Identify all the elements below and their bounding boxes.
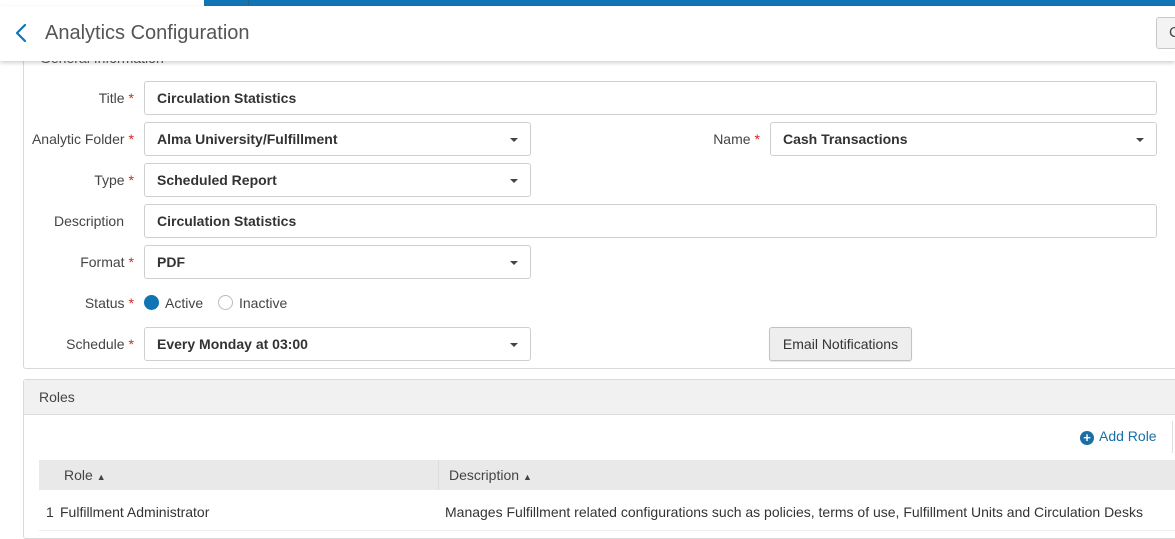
format-select[interactable]: PDF [144,245,531,279]
status-active-label[interactable]: Active [165,295,203,311]
schedule-label: Schedule * [66,336,134,352]
analytic-folder-select[interactable]: Alma University/Fulfillment [144,122,531,156]
row-index: 1 [46,504,54,520]
roles-title: Roles [39,389,75,405]
header-action-button[interactable]: C [1156,17,1175,49]
role-cell: Fulfillment Administrator [60,504,210,520]
chevron-down-icon [1136,138,1144,142]
description-field[interactable]: Circulation Statistics [144,204,1157,238]
type-label: Type * [94,172,134,188]
column-header-role[interactable]: Role ▲ [64,467,106,483]
chevron-down-icon [510,261,518,265]
title-label: Title * [98,90,134,106]
chevron-left-icon[interactable] [10,20,32,46]
add-role-button[interactable]: + Add Role [1080,428,1157,446]
page-header: Analytics Configuration C [0,6,1175,61]
toolbar-separator [1172,421,1173,453]
title-field[interactable]: Circulation Statistics [144,81,1157,115]
chevron-down-icon [510,138,518,142]
status-inactive-label[interactable]: Inactive [239,295,287,311]
status-label: Status * [84,295,134,311]
name-label: Name * [713,131,760,147]
schedule-select[interactable]: Every Monday at 03:00 [144,327,531,361]
name-select[interactable]: Cash Transactions [770,122,1157,156]
roles-table-header [39,460,1175,490]
analytic-folder-label: Analytic Folder * [31,131,134,147]
type-select[interactable]: Scheduled Report [144,163,531,197]
plus-circle-icon: + [1080,431,1094,445]
column-header-description[interactable]: Description ▲ [449,467,532,483]
email-notifications-button[interactable]: Email Notifications [769,327,912,361]
page-title: Analytics Configuration [45,22,250,44]
status-inactive-radio[interactable] [218,295,233,310]
status-active-radio[interactable] [144,295,159,310]
sort-ascending-icon: ▲ [523,472,532,482]
role-description-cell: Manages Fulfillment related configuratio… [445,504,1143,520]
chevron-down-icon [510,179,518,183]
sort-ascending-icon: ▲ [96,472,106,482]
format-label: Format * [80,254,134,270]
chevron-down-icon [510,343,518,347]
roles-panel-header [24,380,1175,415]
description-label: Description [53,213,124,229]
